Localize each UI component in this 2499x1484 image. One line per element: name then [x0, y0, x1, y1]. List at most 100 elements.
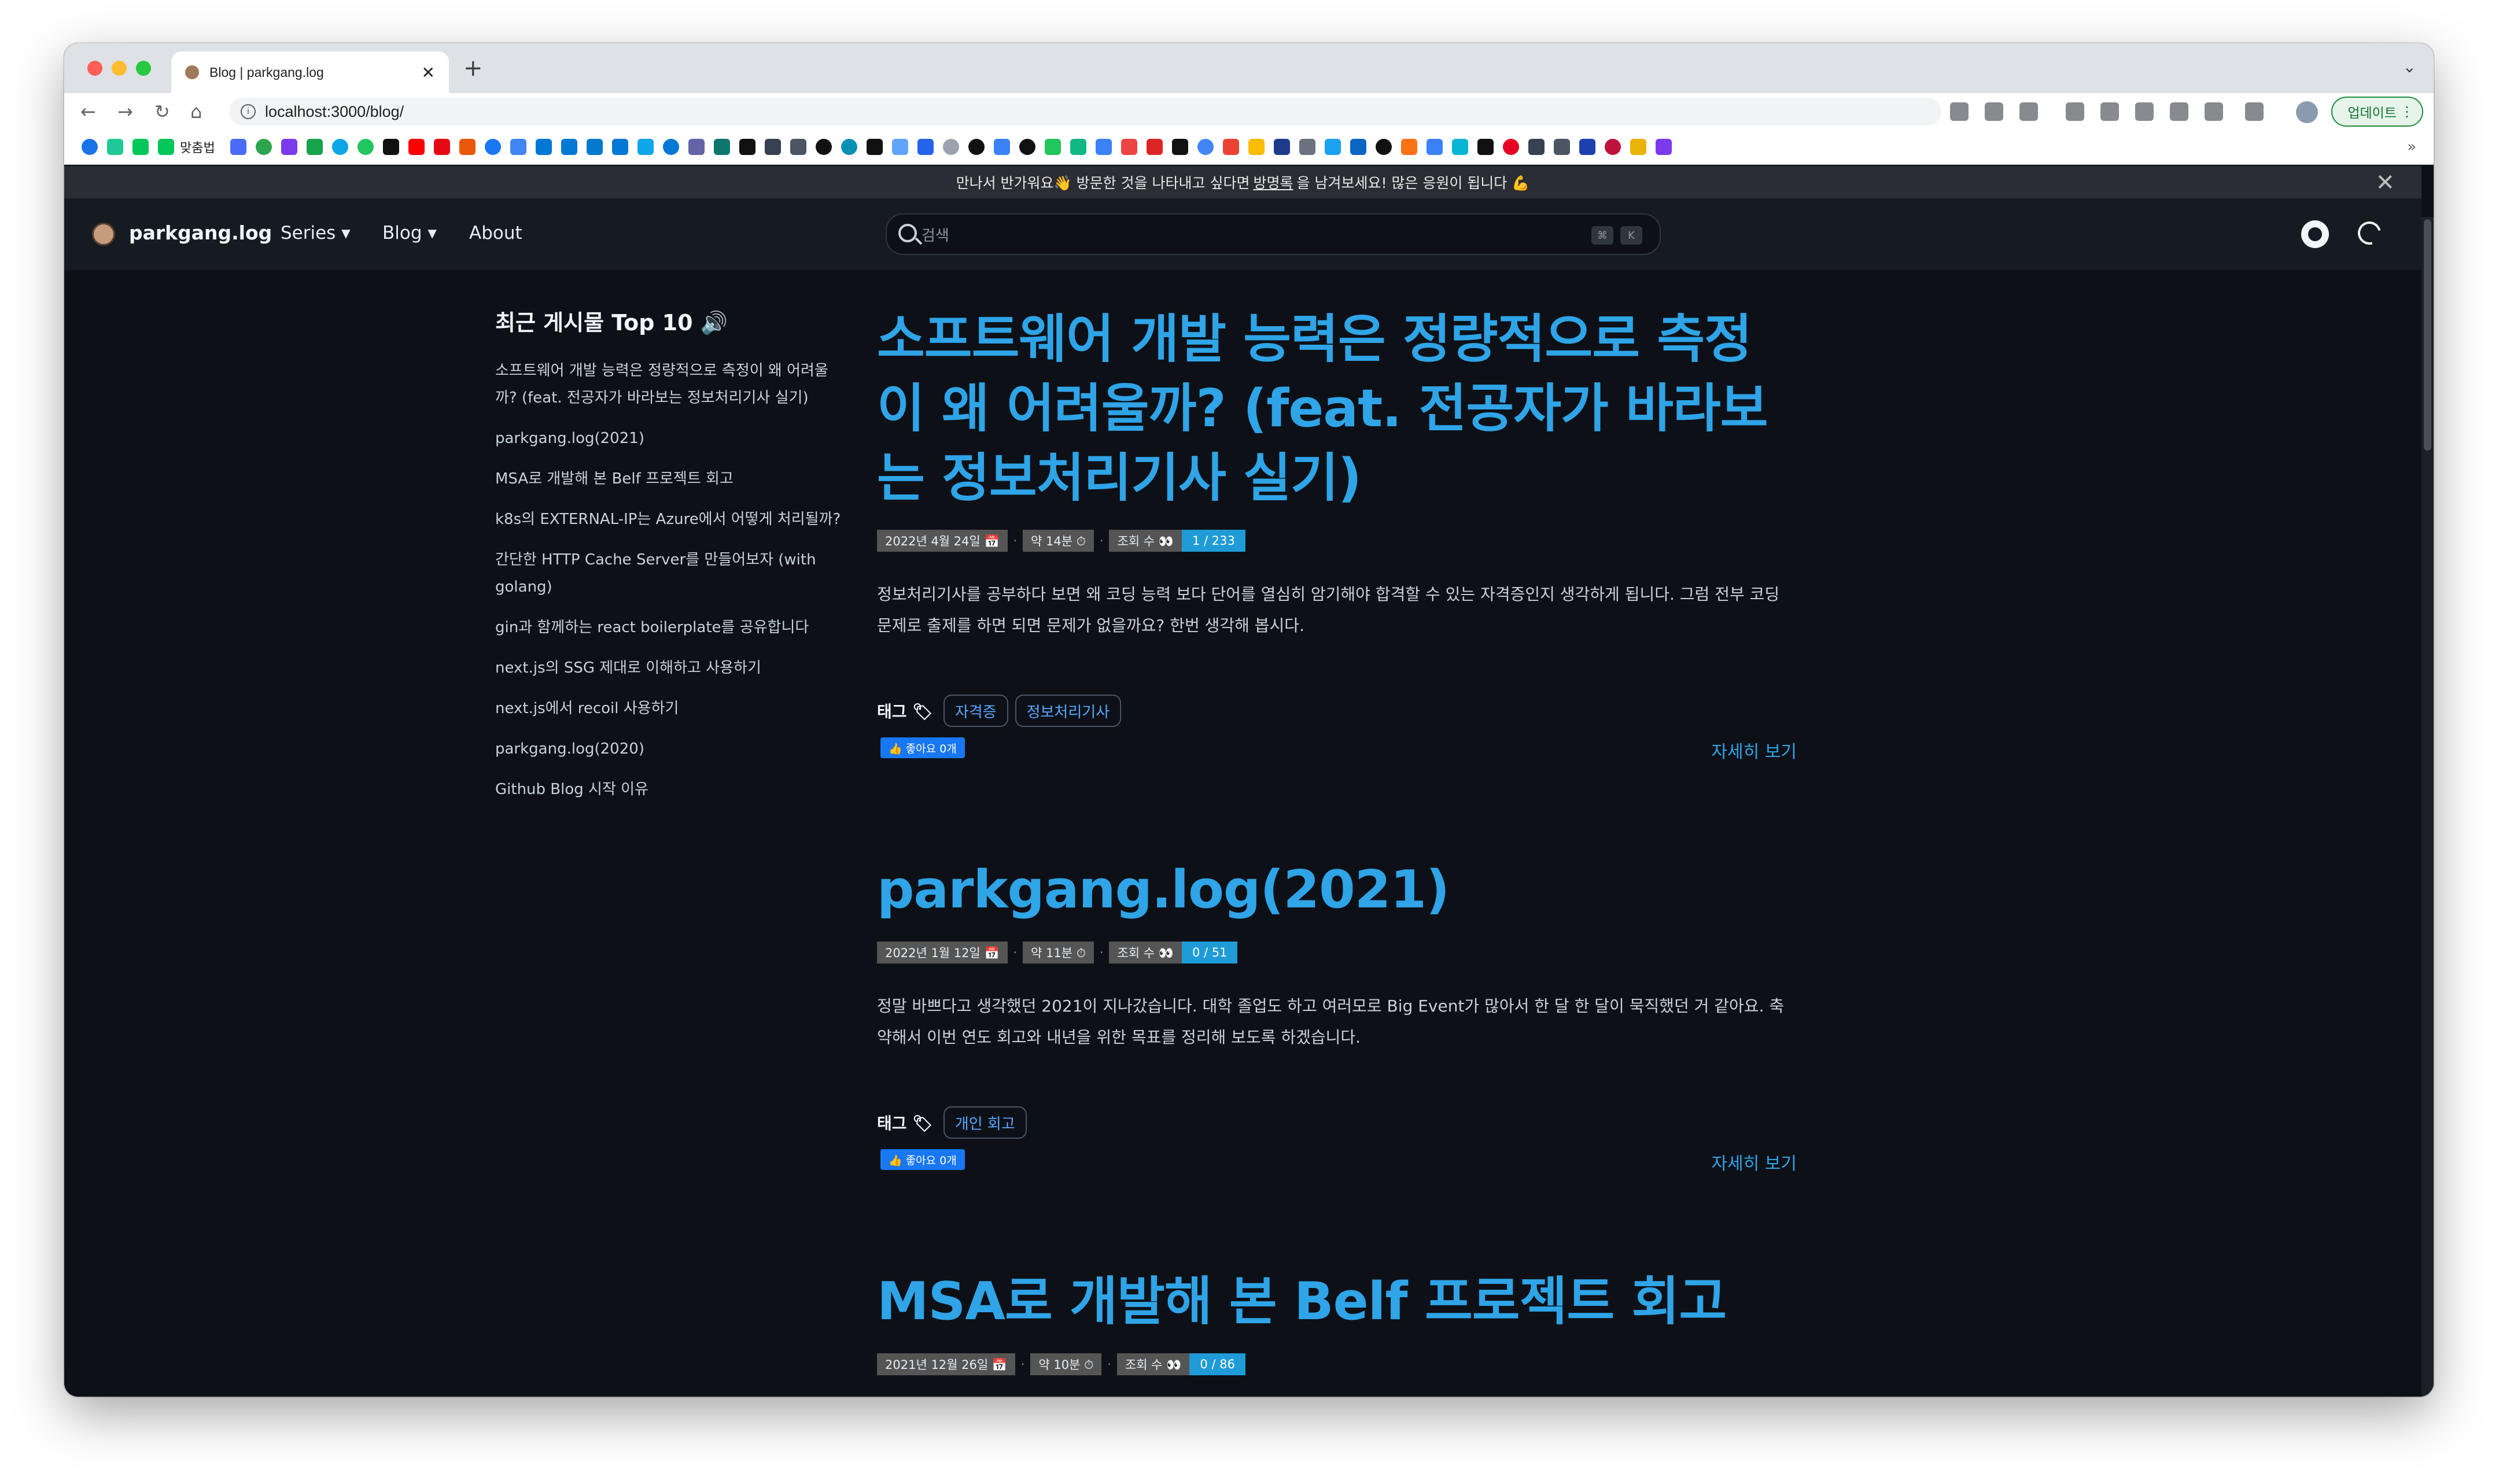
- bookmark-icon[interactable]: [1146, 139, 1163, 155]
- more-bookmarks-icon[interactable]: »: [2407, 138, 2416, 156]
- gmail-icon[interactable]: [1222, 139, 1239, 155]
- tag-chip[interactable]: 정보처리기사: [1015, 695, 1122, 727]
- bookmark-icon[interactable]: [1528, 139, 1545, 155]
- site-logo[interactable]: parkgang.log: [129, 222, 272, 244]
- apple-icon[interactable]: [942, 139, 959, 155]
- bookmark-icon[interactable]: [1451, 139, 1468, 155]
- bookmark-icon[interactable]: [1121, 139, 1137, 155]
- naver-icon[interactable]: [158, 139, 174, 155]
- browser-tab-active[interactable]: Blog | parkgang.log ✕: [171, 51, 449, 93]
- bookmark-icon[interactable]: [1273, 139, 1290, 155]
- scrollbar-thumb[interactable]: [2424, 219, 2431, 451]
- extension-icon[interactable]: [2135, 102, 2154, 121]
- globe-icon[interactable]: [841, 139, 857, 155]
- update-button[interactable]: 업데이트 ⋮: [2331, 97, 2423, 127]
- nav-blog[interactable]: Blog ▾: [382, 223, 437, 243]
- drive-icon[interactable]: [1248, 139, 1265, 155]
- bookmark-icon[interactable]: [891, 139, 908, 155]
- forward-arrow-icon[interactable]: →: [117, 99, 133, 124]
- facebook-icon[interactable]: [484, 139, 501, 155]
- bookmark-icon[interactable]: [107, 139, 123, 155]
- post-title[interactable]: MSA로 개발해 본 Belf 프로젝트 회고: [877, 1267, 1797, 1337]
- bookmark-icon[interactable]: [281, 139, 297, 155]
- recent-post-link[interactable]: next.js에서 recoil 사용하기: [495, 695, 848, 722]
- recent-post-link[interactable]: parkgang.log(2021): [495, 425, 848, 452]
- bookmark-icon[interactable]: [306, 139, 323, 155]
- reload-icon[interactable]: ↻: [154, 99, 170, 124]
- minimize-window-button[interactable]: [112, 61, 127, 76]
- profile-avatar[interactable]: [2296, 101, 2318, 123]
- bookmark-icon[interactable]: [815, 139, 832, 155]
- site-info-icon[interactable]: i: [241, 104, 256, 119]
- tag-chip[interactable]: 개인 회고: [943, 1106, 1027, 1139]
- close-tab-icon[interactable]: ✕: [422, 63, 435, 82]
- maximize-window-button[interactable]: [136, 61, 151, 76]
- address-bar[interactable]: i localhost:3000/blog/: [229, 98, 1941, 125]
- bookmark-icon[interactable]: [1044, 139, 1061, 155]
- recent-post-link[interactable]: parkgang.log(2020): [495, 736, 848, 763]
- share-icon[interactable]: [1985, 102, 2003, 121]
- bookmark-icon[interactable]: [1477, 139, 1494, 155]
- recent-post-link[interactable]: MSA로 개발해 본 Belf 프로젝트 회고: [495, 466, 848, 493]
- bookmark-icon[interactable]: [917, 139, 934, 155]
- mail-icon[interactable]: [790, 139, 806, 155]
- teams-icon[interactable]: [688, 139, 705, 155]
- notion-icon[interactable]: [382, 139, 399, 155]
- recent-post-link[interactable]: 소프트웨어 개발 능력은 정량적으로 측정이 왜 어려울까? (feat. 전공…: [495, 357, 848, 412]
- bookmark-icon[interactable]: [1655, 139, 1672, 155]
- read-more-link[interactable]: 자세히 보기: [1711, 737, 1797, 763]
- bookmark-icon[interactable]: [82, 139, 98, 155]
- back-arrow-icon[interactable]: ←: [80, 99, 96, 124]
- youtube-icon[interactable]: [408, 139, 425, 155]
- bookmark-icon[interactable]: [1095, 139, 1112, 155]
- new-tab-button[interactable]: +: [463, 55, 483, 82]
- naver-icon[interactable]: [132, 139, 149, 155]
- extension-icon[interactable]: [2170, 102, 2188, 121]
- onedrive-icon[interactable]: [662, 139, 679, 155]
- bookmark-icon[interactable]: [1400, 139, 1417, 155]
- bookmark-icon[interactable]: [357, 139, 374, 155]
- medium-icon[interactable]: [739, 139, 755, 155]
- extension-icon[interactable]: [2066, 102, 2084, 121]
- recent-post-link[interactable]: gin과 함께하는 react boilerplate를 공유합니다: [495, 614, 848, 641]
- bookmark-icon[interactable]: [1019, 139, 1035, 155]
- bookmark-icon[interactable]: [1070, 139, 1086, 155]
- netflix-icon[interactable]: [433, 139, 450, 155]
- puzzle-extensions-icon[interactable]: [2205, 102, 2223, 121]
- bookmark-icon[interactable]: [713, 139, 730, 155]
- bookmark-icon[interactable]: [611, 139, 628, 155]
- bookmark-icon[interactable]: [1171, 139, 1188, 155]
- azure-icon[interactable]: [561, 139, 577, 155]
- notion-extension-icon[interactable]: [2100, 102, 2119, 121]
- dark-mode-moon-icon[interactable]: [2353, 217, 2386, 249]
- bookmark-icon[interactable]: [866, 139, 883, 155]
- nav-series[interactable]: Series ▾: [281, 223, 351, 243]
- post-title[interactable]: 소프트웨어 개발 능력은 정량적으로 측정이 왜 어려울까? (feat. 전공…: [877, 305, 1797, 513]
- google-icon[interactable]: [1197, 139, 1214, 155]
- bookmark-icon[interactable]: [230, 139, 246, 155]
- office-icon[interactable]: [459, 139, 476, 155]
- github-icon[interactable]: [968, 139, 985, 155]
- pinterest-icon[interactable]: [1502, 139, 1519, 155]
- logo-avatar[interactable]: [92, 223, 115, 246]
- bookmark-icon[interactable]: [1299, 139, 1315, 155]
- close-window-button[interactable]: [87, 61, 102, 76]
- outlook-icon[interactable]: [535, 139, 552, 155]
- guestbook-link[interactable]: 방명록: [1253, 172, 1293, 193]
- github-icon[interactable]: [1375, 139, 1392, 155]
- recent-post-link[interactable]: 간단한 HTTP Cache Server를 만들어보자 (with golan…: [495, 547, 848, 601]
- linkedin-icon[interactable]: [1350, 139, 1366, 155]
- mail-icon[interactable]: [764, 139, 781, 155]
- recent-post-link[interactable]: Github Blog 시작 이유: [495, 776, 848, 803]
- bookmark-label[interactable]: 맞춤법: [180, 138, 215, 156]
- like-button[interactable]: 👍 좋아요 0개: [880, 1149, 965, 1170]
- flag-icon[interactable]: [993, 139, 1010, 155]
- translate-icon[interactable]: [1950, 102, 1969, 121]
- like-button[interactable]: 👍 좋아요 0개: [880, 737, 965, 758]
- bookmark-icon[interactable]: [1426, 139, 1443, 155]
- tab-search-chevron-icon[interactable]: ⌄: [2403, 57, 2416, 76]
- bookmark-icon[interactable]: [510, 139, 526, 155]
- bookmark-icon[interactable]: [255, 139, 272, 155]
- recent-post-link[interactable]: next.js의 SSG 제대로 이해하고 사용하기: [495, 655, 848, 682]
- bookmark-icon[interactable]: [1630, 139, 1646, 155]
